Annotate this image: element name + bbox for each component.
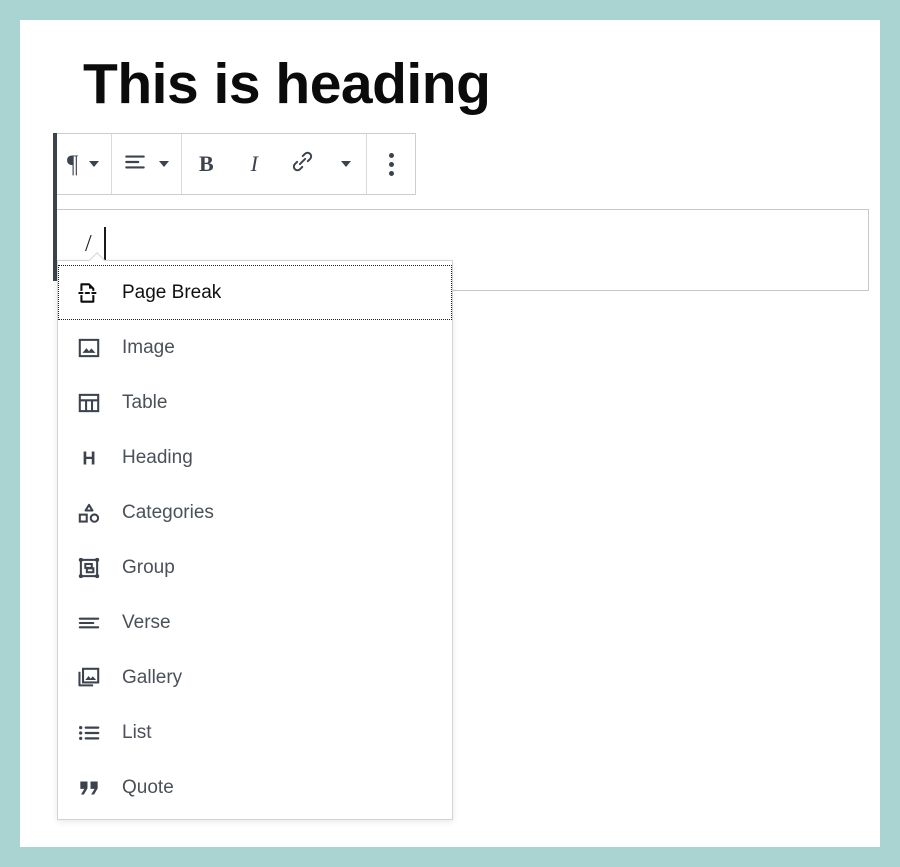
slash-menu-item-verse[interactable]: Verse	[58, 595, 452, 650]
pilcrow-icon: ¶	[67, 150, 79, 178]
slash-menu-item-image[interactable]: Image	[58, 320, 452, 375]
slash-menu-item-group[interactable]: Group	[58, 540, 452, 595]
slash-menu-item-label: Group	[122, 556, 175, 578]
group-icon	[72, 555, 106, 581]
popover-arrow	[88, 252, 105, 261]
slash-menu-item-label: Quote	[122, 776, 174, 798]
more-rich-text-button[interactable]	[326, 134, 366, 194]
ellipsis-vertical-icon	[388, 152, 394, 176]
slash-menu-item-gallery[interactable]: Gallery	[58, 650, 452, 705]
slash-command-popover: Page Break Image Table H Heading Categories Gr…	[57, 260, 453, 820]
slash-menu-item-label: Page Break	[122, 281, 222, 303]
page-break-icon	[72, 280, 106, 306]
paragraph-block-type-button[interactable]: ¶	[57, 152, 111, 177]
slash-menu-item-table[interactable]: Table	[58, 375, 452, 430]
chevron-down-icon	[89, 161, 100, 167]
bold-button[interactable]: B	[182, 134, 230, 194]
toolbar-group-formatting: B I	[182, 134, 368, 194]
chevron-down-icon	[159, 161, 170, 167]
slash-menu-item-quote[interactable]: Quote	[58, 760, 452, 815]
slash-menu-item-list[interactable]: List	[58, 705, 452, 760]
slash-menu-item-label: Gallery	[122, 666, 183, 688]
slash-menu-item-page-break[interactable]: Page Break	[58, 265, 452, 320]
block-toolbar: ¶ B I	[57, 133, 417, 195]
slash-menu-item-heading[interactable]: H Heading	[58, 430, 452, 485]
align-text-button[interactable]	[112, 149, 181, 180]
quote-icon	[72, 775, 106, 801]
slash-menu-item-label: Categories	[122, 501, 214, 523]
heading-icon: H	[72, 445, 106, 471]
align-left-icon	[122, 149, 148, 180]
slash-menu-item-label: Verse	[122, 611, 171, 633]
toolbar-group-alignment	[112, 134, 183, 194]
slash-menu-list: Page Break Image Table H Heading Categories Gr…	[58, 261, 452, 815]
categories-icon	[72, 500, 106, 526]
chevron-down-icon	[341, 161, 352, 167]
editor-canvas: This is heading ¶ B I / Page Break Image…	[20, 20, 880, 847]
slash-menu-item-label: Heading	[122, 446, 193, 468]
toolbar-group-options	[367, 134, 415, 194]
slash-menu-item-label: List	[122, 721, 152, 743]
slash-menu-item-categories[interactable]: Categories	[58, 485, 452, 540]
italic-icon: I	[250, 151, 258, 176]
list-icon	[72, 720, 106, 746]
verse-icon	[72, 610, 106, 636]
page-title[interactable]: This is heading	[83, 52, 491, 118]
slash-menu-item-label: Image	[122, 336, 175, 358]
italic-button[interactable]: I	[230, 134, 278, 194]
more-options-button[interactable]	[367, 134, 415, 194]
link-button[interactable]	[278, 134, 326, 194]
bold-icon: B	[198, 151, 214, 176]
svg-text:H: H	[82, 447, 95, 468]
slash-menu-item-label: Table	[122, 391, 168, 413]
toolbar-group-block-type: ¶	[57, 134, 113, 194]
table-icon	[72, 390, 106, 416]
gallery-icon	[72, 665, 106, 691]
image-icon	[72, 335, 106, 361]
link-icon	[290, 149, 315, 179]
